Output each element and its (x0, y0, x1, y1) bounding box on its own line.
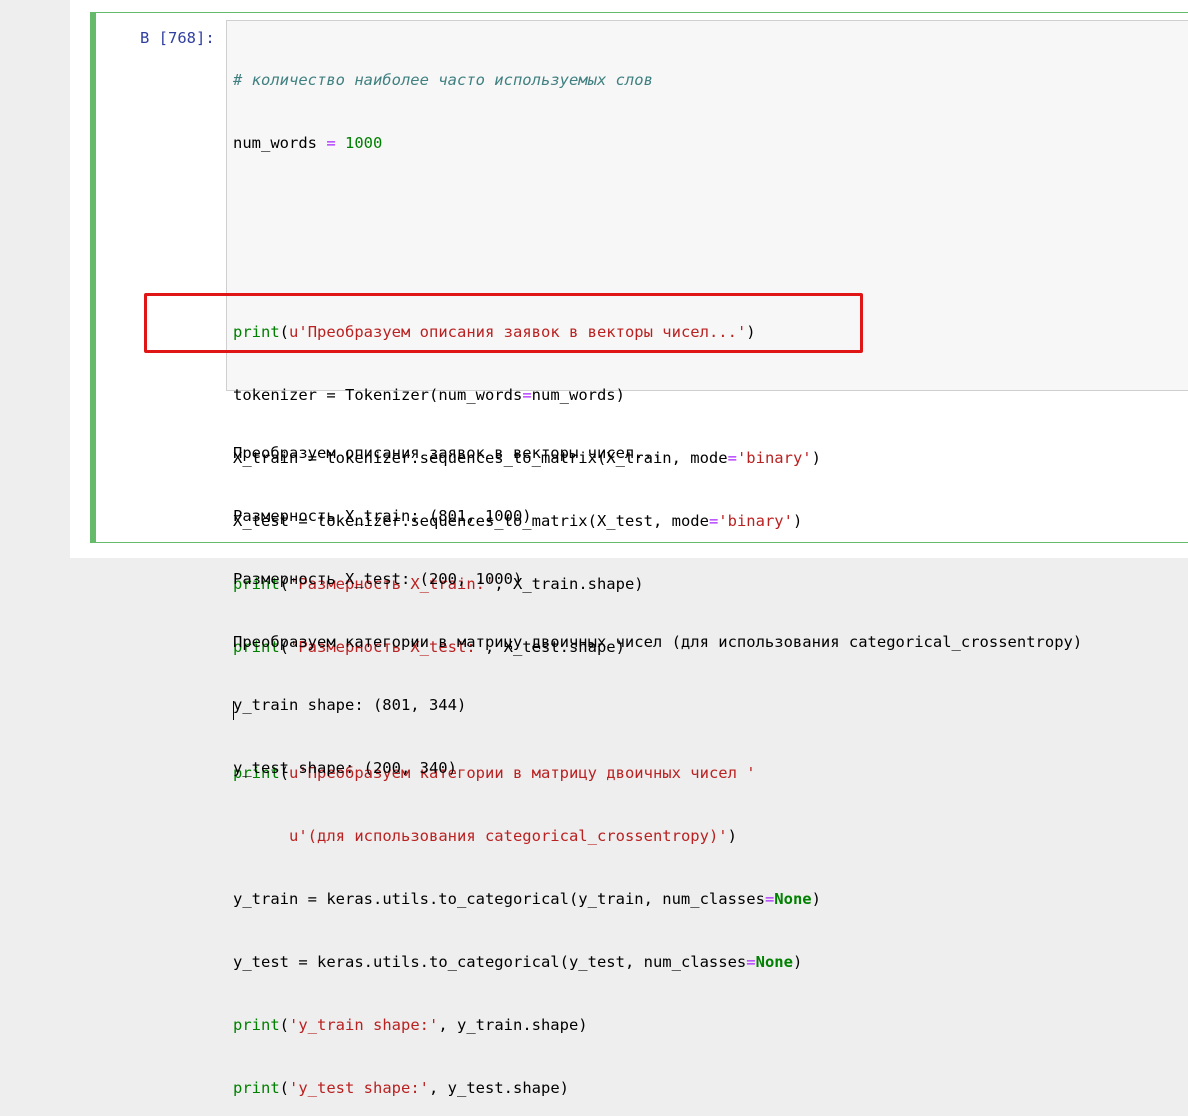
code-token: y_train (233, 890, 299, 908)
code-token: = (289, 953, 317, 971)
active-cell-indicator (90, 12, 96, 543)
code-token: = (764, 890, 775, 908)
code-token: = (298, 890, 327, 908)
code-token: None (755, 953, 793, 971)
code-line: print('y_train shape:', y_train.shape) (233, 1016, 588, 1034)
code-token: 'y_train shape:' (289, 1016, 439, 1034)
code-token: 'y_test shape:' (289, 1079, 429, 1097)
code-line: y_test = keras.utils.to_categorical(y_te… (233, 953, 803, 971)
code-token: 1000 (345, 134, 383, 152)
code-token: = (317, 134, 345, 152)
code-token: , y_test.shape) (429, 1079, 569, 1097)
code-token: print (233, 1016, 280, 1034)
red-highlight-box (144, 293, 863, 353)
code-token: = (746, 953, 756, 971)
code-token: keras.utils.to_categorical(y_train, num_… (326, 890, 765, 908)
code-line: # количество наиболее часто используемых… (233, 70, 1183, 91)
output-line: Преобразуем описания заявок в векторы чи… (233, 444, 663, 462)
code-token: print (233, 1079, 280, 1097)
code-line: num_words = 1000 (233, 133, 1183, 154)
output-line: Преобразуем категории в матрицу двоичных… (233, 633, 1083, 651)
output-line: Размерность X_test: (200, 1000) (233, 570, 523, 588)
code-line: print('y_test shape:', y_test.shape) (233, 1079, 569, 1097)
input-prompt: В [768]: (140, 29, 215, 47)
code-token: '(для использования categorical_crossent… (298, 827, 728, 845)
output-line: y_train shape: (801, 344) (233, 696, 467, 714)
code-comment: # количество наиболее часто используемых… (233, 71, 653, 89)
code-line: y_train = keras.utils.to_categorical(y_t… (233, 890, 821, 908)
code-token: u (289, 827, 299, 845)
cell-output: Преобразуем описания заявок в векторы чи… (233, 401, 1183, 800)
code-token: None (774, 890, 812, 908)
code-token: num_words (233, 134, 317, 152)
output-line: Размерность X_train: (801, 1000) (233, 507, 532, 525)
code-line: u'(для использования categorical_crossen… (289, 827, 737, 845)
code-token: keras.utils.to_categorical(y_test, num_c… (317, 953, 747, 971)
code-token: y_test (233, 953, 289, 971)
code-token: , y_train.shape) (438, 1016, 588, 1034)
output-line: y_test shape: (200, 340) (233, 759, 457, 777)
